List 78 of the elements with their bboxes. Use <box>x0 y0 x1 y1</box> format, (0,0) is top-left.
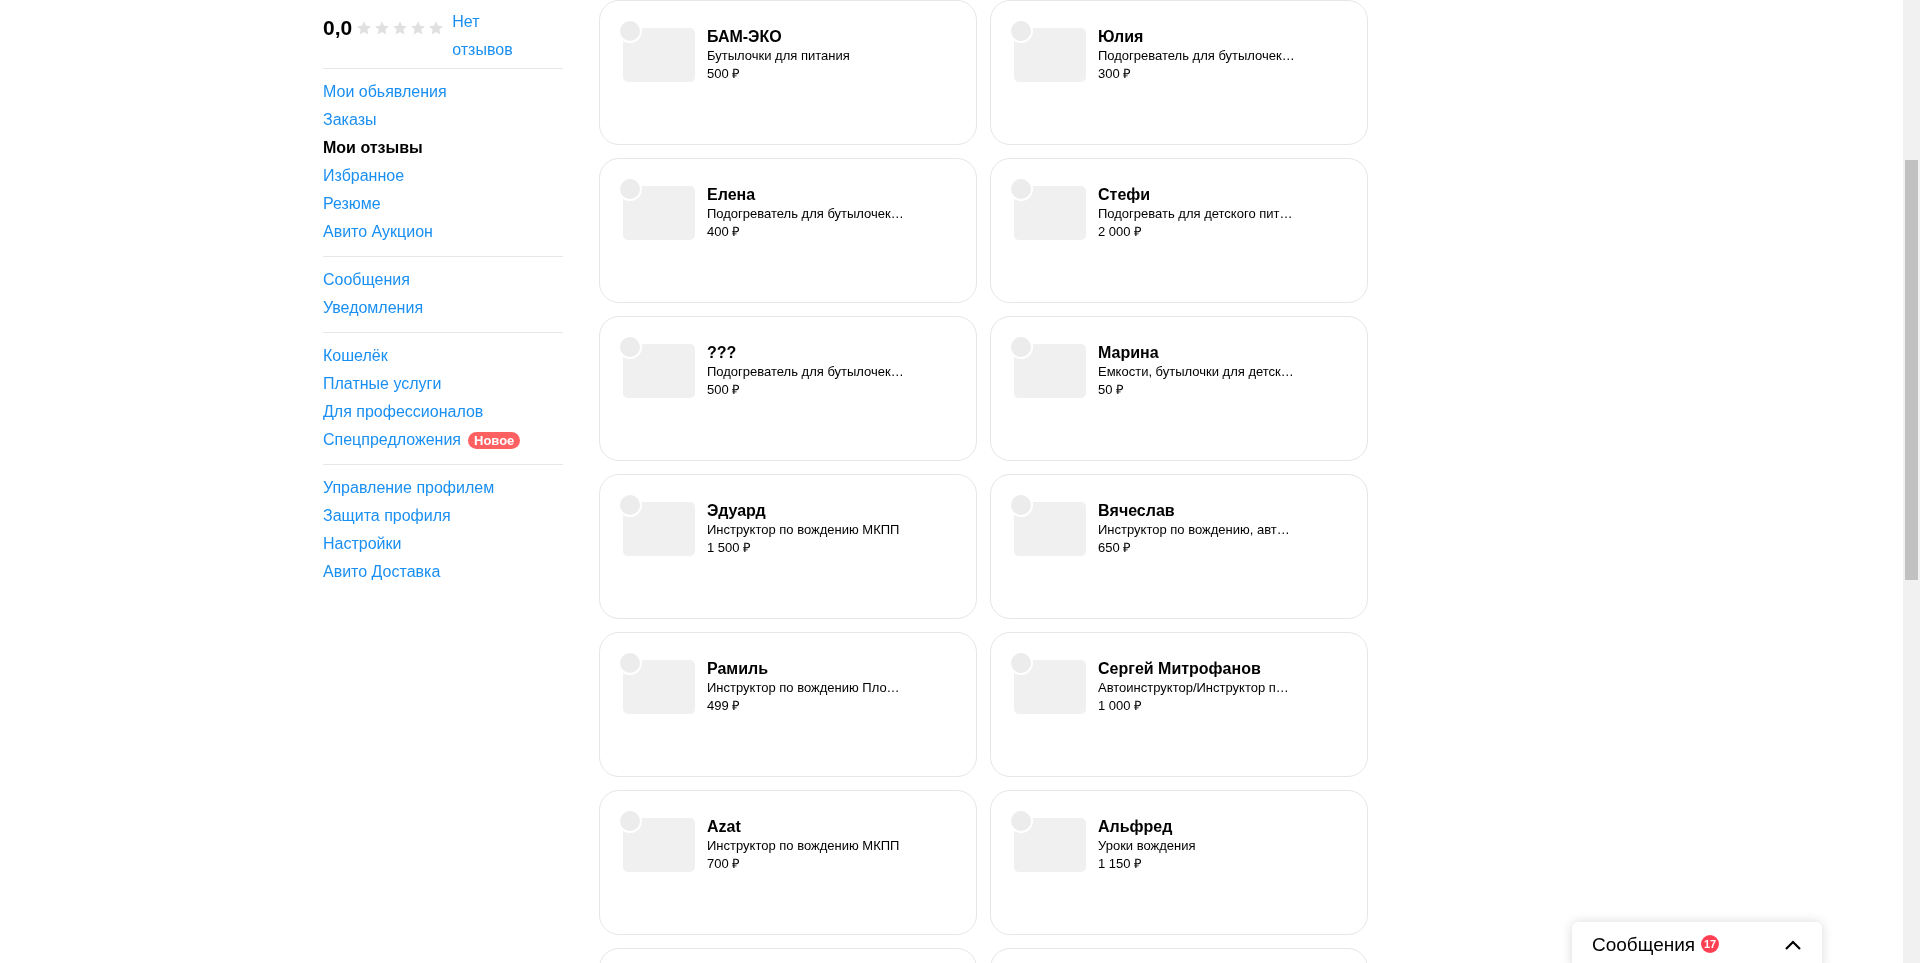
user-name: Юлия <box>1098 27 1145 47</box>
deal-card[interactable]: Эдуард Инструктор по вождению МКПП 1 500 ₽ <box>599 474 977 619</box>
item-price: 2 000 ₽ <box>1098 223 1144 241</box>
item-title: Подогреватель для бутылочек… <box>707 205 904 223</box>
item-title: Инструктор по вождению, авт… <box>1098 521 1290 539</box>
deal-card[interactable]: Юлия Подогреватель для бутылочек… 300 ₽ <box>990 0 1368 145</box>
menu-link[interactable]: Платные услуги <box>323 375 442 393</box>
item-price: 300 ₽ <box>1098 65 1133 83</box>
star-icon <box>374 20 391 36</box>
menu-link[interactable]: Мои отзывы <box>323 139 423 157</box>
item-price: 700 ₽ <box>707 855 742 873</box>
item-title: Подогреватель для бутылочек… <box>1098 47 1295 65</box>
menu-link[interactable]: Заказы <box>323 111 377 129</box>
user-name: Стефи <box>1098 185 1152 205</box>
user-name: Елена <box>707 185 757 205</box>
user-name: Рамиль <box>707 659 770 679</box>
deal-card[interactable]: Сергей Митрофанов Автоинструктор/Инструктор п… 1 000 ₽ <box>990 632 1368 777</box>
menu-link[interactable]: Сообщения <box>323 271 410 289</box>
menu-link[interactable]: Уведомления <box>323 299 424 317</box>
deal-card[interactable]: Стефи Подогревать для детского пит… 2 000 ₽ <box>990 158 1368 303</box>
item-price: 650 ₽ <box>1098 539 1133 557</box>
deal-card[interactable]: БАМ-ЭКО Бутылочки для питания 500 ₽ <box>599 0 977 145</box>
menu-link[interactable]: Настройки <box>323 535 402 553</box>
item-price: 1 000 ₽ <box>1098 697 1144 715</box>
messenger-title: Сообщения <box>1592 934 1696 956</box>
menu-link[interactable]: Авито Доставка <box>323 563 441 581</box>
item-title: Емкости, бутылочки для детск… <box>1098 363 1294 381</box>
menu-link[interactable]: Кошелёк <box>323 347 388 365</box>
user-name: Сергей Митрофанов <box>1098 659 1262 679</box>
deal-card[interactable]: ??? Подогреватель для бутылочек… 500 ₽ <box>599 316 977 461</box>
item-title: Автоинструктор/Инструктор п… <box>1098 679 1289 697</box>
deal-card[interactable]: Альфред Уроки вождения 1 150 ₽ <box>990 790 1368 935</box>
item-price: 400 ₽ <box>707 223 742 241</box>
menu-link[interactable]: Резюме <box>323 195 381 213</box>
item-title: Инструктор по вождению МКПП <box>707 837 900 855</box>
messenger-panel[interactable]: Сообщения 17 <box>1572 922 1822 963</box>
deal-card[interactable]: Елена Подогреватель для бутылочек… 400 ₽ <box>599 158 977 303</box>
user-name: БАМ-ЭКО <box>707 27 783 47</box>
deal-card[interactable]: Вячеслав Инструктор по вождению, авт… 650 ₽ <box>990 474 1368 619</box>
menu-link[interactable]: Управление профилем <box>323 479 495 497</box>
star-icon <box>356 20 373 36</box>
unread-count: 17 <box>1701 935 1720 953</box>
deal-card[interactable]: Рамиль Инструктор по вождению Пло… 499 ₽ <box>599 632 977 777</box>
deal-card[interactable]: Azat Инструктор по вождению МКПП 700 ₽ <box>599 790 977 935</box>
item-price: 500 ₽ <box>707 381 742 399</box>
item-price: 1 150 ₽ <box>1098 855 1144 873</box>
item-title: Инструктор по вождению МКПП <box>707 521 900 539</box>
scrollbar-thumb[interactable] <box>1905 160 1918 580</box>
user-name: ??? <box>707 343 738 363</box>
item-price: 500 ₽ <box>707 65 742 83</box>
new-badge: Новое <box>468 431 521 449</box>
star-icon <box>410 20 427 36</box>
user-name: Azat <box>707 817 742 837</box>
user-name: Марина <box>1098 343 1160 363</box>
menu-link[interactable]: Авито Аукцион <box>323 223 433 241</box>
deal-card[interactable]: Марина Емкости, бутылочки для детск… 50 ₽ <box>990 316 1368 461</box>
user-name: Вячеслав <box>1098 501 1176 521</box>
reviews-link[interactable]: Нет отзывов <box>452 8 523 64</box>
chevron-up-icon[interactable] <box>1784 939 1802 951</box>
user-name: Альфред <box>1098 817 1174 837</box>
item-title: Подогревать для детского пит… <box>1098 205 1293 223</box>
item-price: 50 ₽ <box>1098 381 1126 399</box>
menu-link[interactable]: Избранное <box>323 167 405 185</box>
star-icon <box>392 20 409 36</box>
item-title: Инструктор по вождению Пло… <box>707 679 900 697</box>
rating-value: 0,0 <box>323 16 353 40</box>
menu-link[interactable]: Мои обьявления <box>323 83 447 101</box>
menu-link[interactable]: Защита профиля <box>323 507 451 525</box>
user-name: Эдуард <box>707 501 767 521</box>
star-icon <box>428 20 445 36</box>
item-title: Уроки вождения <box>1098 837 1196 855</box>
item-price: 1 500 ₽ <box>707 539 753 557</box>
item-title: Подогреватель для бутылочек… <box>707 363 904 381</box>
item-price: 499 ₽ <box>707 697 742 715</box>
scrollbar[interactable] <box>1903 0 1920 963</box>
menu-link[interactable]: Спецпредложения <box>323 431 461 449</box>
item-title: Бутылочки для питания <box>707 47 850 65</box>
menu-link[interactable]: Для профессионалов <box>323 403 484 421</box>
